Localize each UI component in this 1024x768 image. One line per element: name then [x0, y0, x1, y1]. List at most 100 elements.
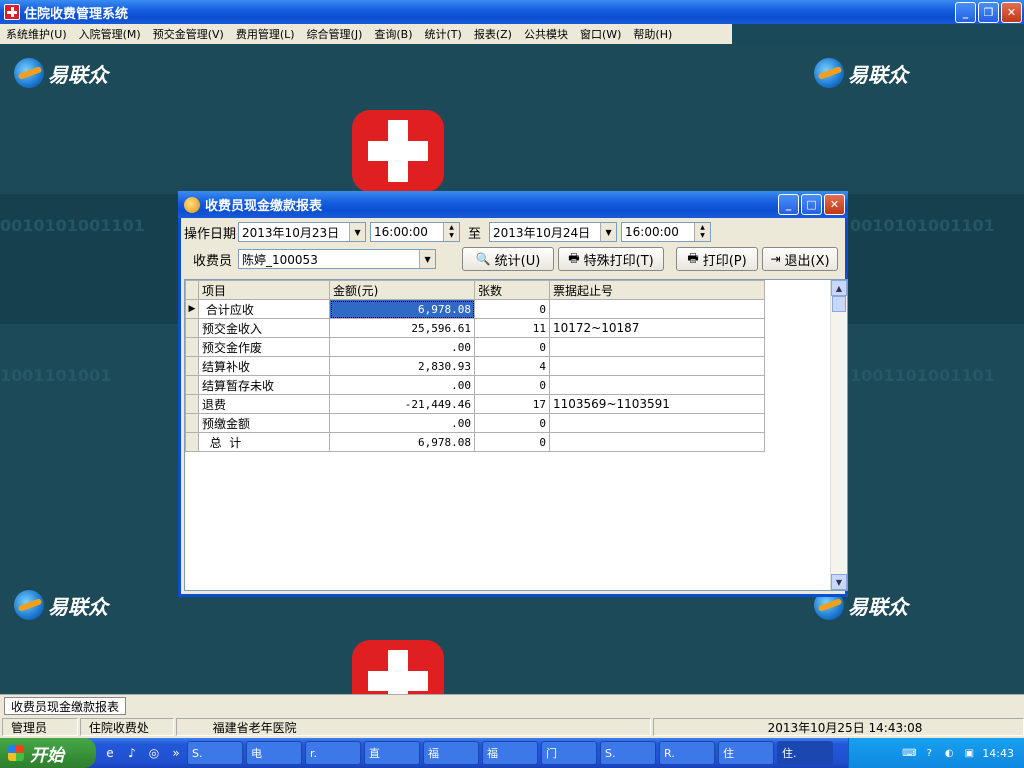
restore-button[interactable]: ❐	[978, 2, 999, 23]
menu-deposit[interactable]: 预交金管理(V)	[147, 26, 230, 42]
table-row[interactable]: 预缴金额 .00 0	[185, 413, 765, 433]
cell-tickets[interactable]	[549, 299, 765, 319]
taskbar-button-active[interactable]: 住.	[777, 741, 833, 765]
statistics-button[interactable]: 🔍 统计(U)	[462, 247, 555, 271]
taskbar-button[interactable]: R.	[659, 741, 715, 765]
cell-item[interactable]: 合计应收	[198, 299, 330, 319]
cell-amount[interactable]: .00	[329, 413, 475, 433]
cell-tickets[interactable]	[549, 375, 765, 395]
cell-count[interactable]: 0	[474, 413, 550, 433]
cashier-select[interactable]: 陈婷_100053 ▼	[238, 249, 437, 269]
cell-item[interactable]: 总 计	[198, 432, 330, 452]
print-button[interactable]: 🖶 打印(P)	[676, 247, 759, 271]
cell-item[interactable]: 预缴金额	[198, 413, 330, 433]
date-from-picker[interactable]: 2013年10月23日 ▼	[238, 222, 367, 242]
table-row[interactable]: ▶ 合计应收 6,978.08 0	[185, 299, 765, 319]
spinner-icon[interactable]: ▲ ▼	[443, 223, 460, 241]
dialog-maximize-button[interactable]: □	[801, 194, 822, 215]
taskbar-button[interactable]: 住	[718, 741, 774, 765]
table-row[interactable]: 结算补收 2,830.93 4	[185, 356, 765, 376]
dialog-close-button[interactable]: ✕	[824, 194, 845, 215]
cell-tickets[interactable]: 10172~10187	[549, 318, 765, 338]
quicklaunch-icon[interactable]: ♪	[124, 745, 140, 761]
menu-admission[interactable]: 入院管理(M)	[73, 26, 147, 42]
grid-vertical-scrollbar[interactable]: ▲ ▼	[830, 280, 847, 590]
quicklaunch-more-icon[interactable]: »	[168, 745, 184, 761]
column-header-count[interactable]: 张数	[474, 280, 550, 300]
cell-amount[interactable]: 6,978.08	[329, 299, 475, 319]
cell-amount[interactable]: .00	[329, 337, 475, 357]
taskbar-button[interactable]: S.	[187, 741, 243, 765]
dialog-minimize-button[interactable]: _	[778, 194, 799, 215]
cell-count[interactable]: 0	[474, 432, 550, 452]
minimize-button[interactable]: _	[955, 2, 976, 23]
time-to-input[interactable]: 16:00:00 ▲ ▼	[621, 222, 712, 242]
table-row[interactable]: 总 计 6,978.08 0	[185, 432, 765, 452]
cell-count[interactable]: 11	[474, 318, 550, 338]
menu-reports[interactable]: 报表(Z)	[468, 26, 518, 42]
start-button[interactable]: 开始	[0, 738, 96, 768]
cell-tickets[interactable]	[549, 337, 765, 357]
menu-help[interactable]: 帮助(H)	[627, 26, 678, 42]
taskbar-button[interactable]: 福	[482, 741, 538, 765]
column-header-tickets[interactable]: 票据起止号	[549, 280, 765, 300]
help-icon[interactable]: ?	[922, 746, 936, 760]
close-button[interactable]: ✕	[1001, 2, 1022, 23]
input-method-icon[interactable]: ◐	[942, 746, 956, 760]
table-row[interactable]: 预交金作废 .00 0	[185, 337, 765, 357]
taskbar-button[interactable]: 电	[246, 741, 302, 765]
column-header-amount[interactable]: 金额(元)	[329, 280, 475, 300]
cell-item[interactable]: 退费	[198, 394, 330, 414]
keyboard-icon[interactable]: ⌨	[902, 746, 916, 760]
cell-amount[interactable]: -21,449.46	[329, 394, 475, 414]
menu-fees[interactable]: 费用管理(L)	[230, 26, 301, 42]
cell-count[interactable]: 0	[474, 337, 550, 357]
cell-item[interactable]: 预交金作废	[198, 337, 330, 357]
table-row[interactable]: 预交金收入 25,596.61 11 10172~10187	[185, 318, 765, 338]
exit-button[interactable]: ⇥ 退出(X)	[762, 247, 839, 271]
taskbar-button[interactable]: 直	[364, 741, 420, 765]
menu-system[interactable]: 系统维护(U)	[0, 26, 73, 42]
menu-general[interactable]: 综合管理(J)	[301, 26, 369, 42]
scroll-down-icon[interactable]: ▼	[831, 574, 847, 590]
cell-amount[interactable]: 25,596.61	[329, 318, 475, 338]
cell-tickets[interactable]	[549, 413, 765, 433]
quicklaunch-icon[interactable]: ◎	[146, 745, 162, 761]
report-grid[interactable]: 项目 金额(元) 张数 票据起止号 ▶ 合计应收 6,978.08 0 预交金收…	[184, 279, 848, 591]
cell-amount[interactable]: 2,830.93	[329, 356, 475, 376]
cell-tickets[interactable]	[549, 432, 765, 452]
time-from-input[interactable]: 16:00:00 ▲ ▼	[370, 222, 461, 242]
scroll-up-icon[interactable]: ▲	[831, 280, 847, 296]
cell-item[interactable]: 预交金收入	[198, 318, 330, 338]
cell-count[interactable]: 4	[474, 356, 550, 376]
chevron-down-icon[interactable]: ▼	[600, 223, 617, 241]
table-row[interactable]: 结算暂存未收 .00 0	[185, 375, 765, 395]
date-to-picker[interactable]: 2013年10月24日 ▼	[489, 222, 618, 242]
chevron-down-icon[interactable]: ▼	[349, 223, 366, 241]
cell-tickets[interactable]: 1103569~1103591	[549, 394, 765, 414]
taskbar-button[interactable]: 门	[541, 741, 597, 765]
menu-statistics[interactable]: 统计(T)	[419, 26, 468, 42]
menu-window[interactable]: 窗口(W)	[574, 26, 627, 42]
cell-item[interactable]: 结算补收	[198, 356, 330, 376]
menu-common[interactable]: 公共模块	[518, 26, 574, 42]
cell-count[interactable]: 17	[474, 394, 550, 414]
chevron-down-icon[interactable]: ▼	[419, 250, 436, 268]
spinner-icon[interactable]: ▲ ▼	[694, 223, 711, 241]
cell-amount[interactable]: 6,978.08	[329, 432, 475, 452]
cell-count[interactable]: 0	[474, 375, 550, 395]
cell-tickets[interactable]	[549, 356, 765, 376]
special-print-button[interactable]: 🖶 特殊打印(T)	[558, 247, 665, 271]
table-row[interactable]: 退费 -21,449.46 17 1103569~1103591	[185, 394, 765, 414]
column-header-item[interactable]: 项目	[198, 280, 330, 300]
taskbar-button[interactable]: 福	[423, 741, 479, 765]
taskbar-button[interactable]: S.	[600, 741, 656, 765]
cell-item[interactable]: 结算暂存未收	[198, 375, 330, 395]
taskbar-button[interactable]: r.	[305, 741, 361, 765]
mdi-tab-cashier-report[interactable]: 收费员现金缴款报表	[4, 697, 127, 715]
scroll-thumb[interactable]	[832, 296, 846, 312]
menu-query[interactable]: 查询(B)	[368, 26, 418, 42]
network-icon[interactable]: ▣	[962, 746, 976, 760]
ie-icon[interactable]: e	[102, 745, 118, 761]
cell-amount[interactable]: .00	[329, 375, 475, 395]
